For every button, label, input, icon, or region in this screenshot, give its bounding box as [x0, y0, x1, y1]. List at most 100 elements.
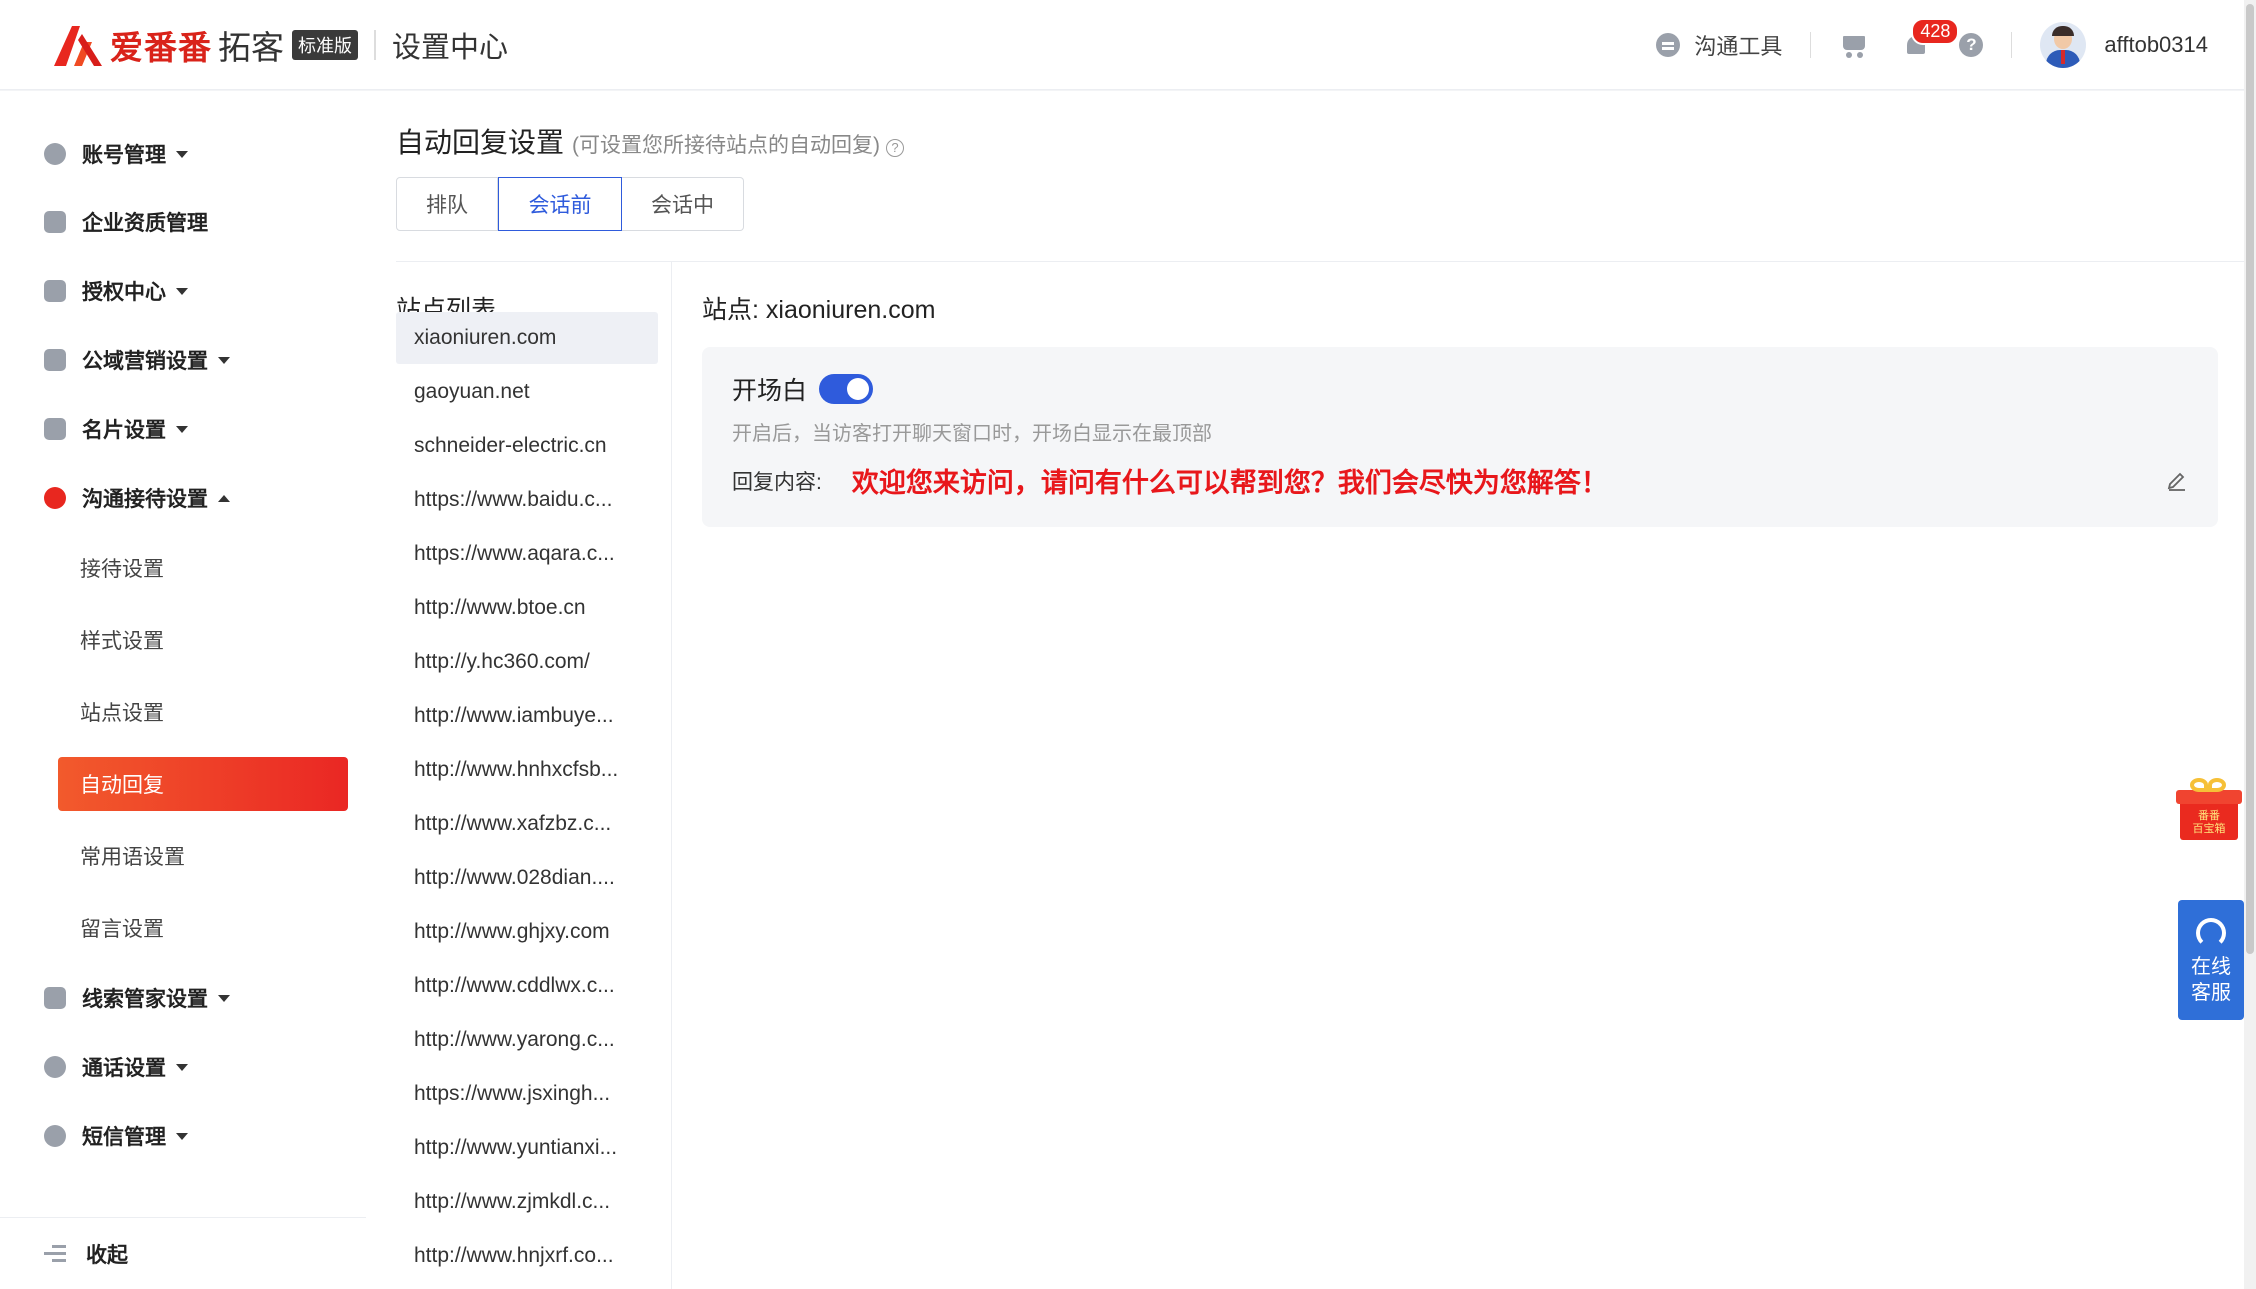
caret-down-icon [218, 994, 230, 1002]
sms-icon [44, 1125, 66, 1147]
toolbar-divider [2011, 32, 2013, 58]
site-list-item[interactable]: https://www.aqara.c... [396, 528, 658, 580]
site-list-item[interactable]: schneider-electric.cn [396, 420, 658, 472]
sidebar-item-label: 授权中心 [82, 281, 166, 304]
site-list-item[interactable]: http://www.yarong.c... [396, 1014, 658, 1066]
site-list-item[interactable]: http://www.zjmkdl.c... [396, 1176, 658, 1228]
site-list-item-label: https://www.baidu.c... [414, 488, 613, 511]
site-list-item-label: http://www.xafzbz.c... [414, 812, 612, 835]
cart-icon[interactable] [1839, 30, 1869, 60]
site-list-item[interactable]: http://www.xafzbz.c... [396, 798, 658, 850]
sidebar-item-sms[interactable]: 短信管理 [44, 1116, 188, 1156]
caret-down-icon [176, 150, 188, 158]
site-list-item[interactable]: http://y.hc360.com/ [396, 636, 658, 688]
site-list-item[interactable]: http://www.028dian.... [396, 852, 658, 904]
company-icon [44, 211, 66, 233]
tab-in-session[interactable]: 会话中 [622, 177, 744, 231]
username[interactable]: afftob0314 [2104, 32, 2208, 58]
reply-content-label: 回复内容: [732, 470, 822, 494]
comm-tools-label: 沟通工具 [1694, 34, 1783, 59]
section-divider [396, 261, 2248, 262]
site-list-item-label: http://www.hnjxrf.co... [414, 1244, 614, 1267]
sidebar-item-communication[interactable]: 沟通接待设置 [44, 478, 230, 518]
site-list-item[interactable]: http://www.hnhxcfsb... [396, 744, 658, 796]
notification-count-badge: 428 [1911, 18, 1960, 45]
top-header: 爱番番 拓客 标准版 设置中心 沟通工具 428 ? afftob0314 [0, 0, 2256, 90]
sidebar-item-label: 短信管理 [82, 1126, 166, 1149]
site-list-item-label: https://www.jsxingh... [414, 1082, 611, 1105]
sidebar-subitem-message[interactable]: 留言设置 [58, 901, 348, 955]
scrollbar-thumb[interactable] [2246, 4, 2254, 954]
sidebar-item-label: 沟通接待设置 [82, 488, 208, 511]
site-list-item-label: https://www.aqara.c... [414, 542, 615, 565]
chat-bubble-icon [1656, 33, 1681, 57]
sidebar-nav: 账号管理 企业资质管理 授权中心 公域营销设置 名片设置 沟通接待设置 接待设置… [0, 91, 366, 1289]
edit-icon[interactable] [2166, 469, 2188, 491]
site-list-item[interactable]: gaoyuan.net [396, 366, 658, 418]
site-list-item[interactable]: http://www.iambuye... [396, 690, 658, 742]
site-list-item[interactable]: http://www.btoe.cn [396, 582, 658, 634]
user-avatar[interactable] [2040, 22, 2087, 68]
site-list-item[interactable]: xiaoniuren.com [396, 312, 658, 364]
sidebar-collapse-button[interactable]: 收起 [0, 1217, 366, 1289]
site-list-item-label: http://www.zjmkdl.c... [414, 1190, 611, 1213]
sidebar-item-account[interactable]: 账号管理 [44, 134, 188, 174]
collapse-icon [44, 1244, 66, 1263]
account-icon [44, 143, 66, 165]
sidebar-subitem-site[interactable]: 站点设置 [58, 685, 348, 739]
caret-down-icon [176, 1063, 188, 1071]
card-icon [44, 418, 66, 440]
leads-icon [44, 987, 66, 1009]
page-title-hint: (可设置您所接待站点的自动回复) [572, 134, 881, 157]
collapse-label: 收起 [86, 1243, 128, 1267]
site-list-item-label: http://www.iambuye... [414, 704, 614, 727]
site-list-item-label: http://www.028dian.... [414, 866, 615, 889]
site-list-item[interactable]: http://www.hnjxrf.co... [396, 1230, 658, 1282]
caret-down-icon [176, 1132, 188, 1140]
sidebar-item-company[interactable]: 企业资质管理 [44, 202, 208, 242]
sidebar-item-label: 通话设置 [82, 1057, 166, 1080]
site-list-item[interactable]: https://www.jsxingh... [396, 1068, 658, 1120]
brand-logo[interactable]: 爱番番 拓客 标准版 设置中心 [52, 22, 508, 68]
opening-description: 开启后，当访客打开聊天窗口时，开场白显示在最顶部 [732, 423, 1212, 445]
page-scrollbar[interactable] [2244, 0, 2256, 1289]
sidebar-subitem-auto-reply[interactable]: 自动回复 [58, 757, 348, 811]
treasure-box-widget[interactable]: 番番 百宝箱 [2176, 776, 2242, 842]
sidebar-subitem-style[interactable]: 样式设置 [58, 613, 348, 667]
sidebar-item-marketing[interactable]: 公域营销设置 [44, 340, 230, 380]
caret-down-icon [176, 425, 188, 433]
tab-queue[interactable]: 排队 [396, 177, 498, 231]
site-list-item-label: http://www.hnhxcfsb... [414, 758, 619, 781]
sidebar-item-card[interactable]: 名片设置 [44, 409, 188, 449]
reply-content-text: 欢迎您来访问，请问有什么可以帮到您？我们会尽快为您解答！ [851, 468, 1608, 498]
site-list-item-label: gaoyuan.net [414, 380, 530, 403]
opening-toggle[interactable] [819, 374, 874, 404]
page-section-title: 设置中心 [392, 32, 509, 64]
sidebar-item-call[interactable]: 通话设置 [44, 1047, 188, 1087]
site-list-item-label: xiaoniuren.com [414, 326, 557, 349]
sidebar-item-auth[interactable]: 授权中心 [44, 271, 188, 311]
headset-icon [2196, 918, 2226, 948]
page-title: 自动回复设置 (可设置您所接待站点的自动回复) ? [396, 121, 905, 161]
tab-before-session[interactable]: 会话前 [498, 177, 622, 231]
question-icon[interactable]: ? [886, 139, 905, 157]
notification-bell-icon[interactable]: 428 [1901, 18, 1960, 60]
site-list-item[interactable]: http://www.cddlwx.c... [396, 960, 658, 1012]
brand-sub: 拓客 [218, 29, 284, 66]
site-list-item[interactable]: http://www.yuntianxi... [396, 1122, 658, 1174]
gift-label: 番番 百宝箱 [2192, 810, 2226, 835]
brand-name: 爱番番 [110, 29, 212, 66]
sidebar-subitem-phrases[interactable]: 常用语设置 [58, 829, 348, 883]
comm-tools-button[interactable]: 沟通工具 [1656, 29, 1782, 61]
sidebar-item-leads[interactable]: 线索管家设置 [44, 978, 230, 1018]
sidebar-subitem-reception[interactable]: 接待设置 [58, 541, 348, 595]
site-list-item[interactable]: http://www.ghjxy.com [396, 906, 658, 958]
opening-card: 开场白 开启后，当访客打开聊天窗口时，开场白显示在最顶部 回复内容: 欢迎您来访… [702, 347, 2218, 527]
online-service-button[interactable]: 在线 客服 [2178, 900, 2244, 1020]
help-icon[interactable]: ? [1959, 33, 1984, 57]
header-toolbar: 沟通工具 428 ? afftob0314 [1656, 18, 2208, 68]
chat-icon [44, 487, 66, 509]
site-list-item[interactable]: https://www.baidu.c... [396, 474, 658, 526]
opening-label: 开场白 [732, 377, 808, 405]
reply-tabs: 排队 会话前 会话中 [396, 177, 744, 231]
